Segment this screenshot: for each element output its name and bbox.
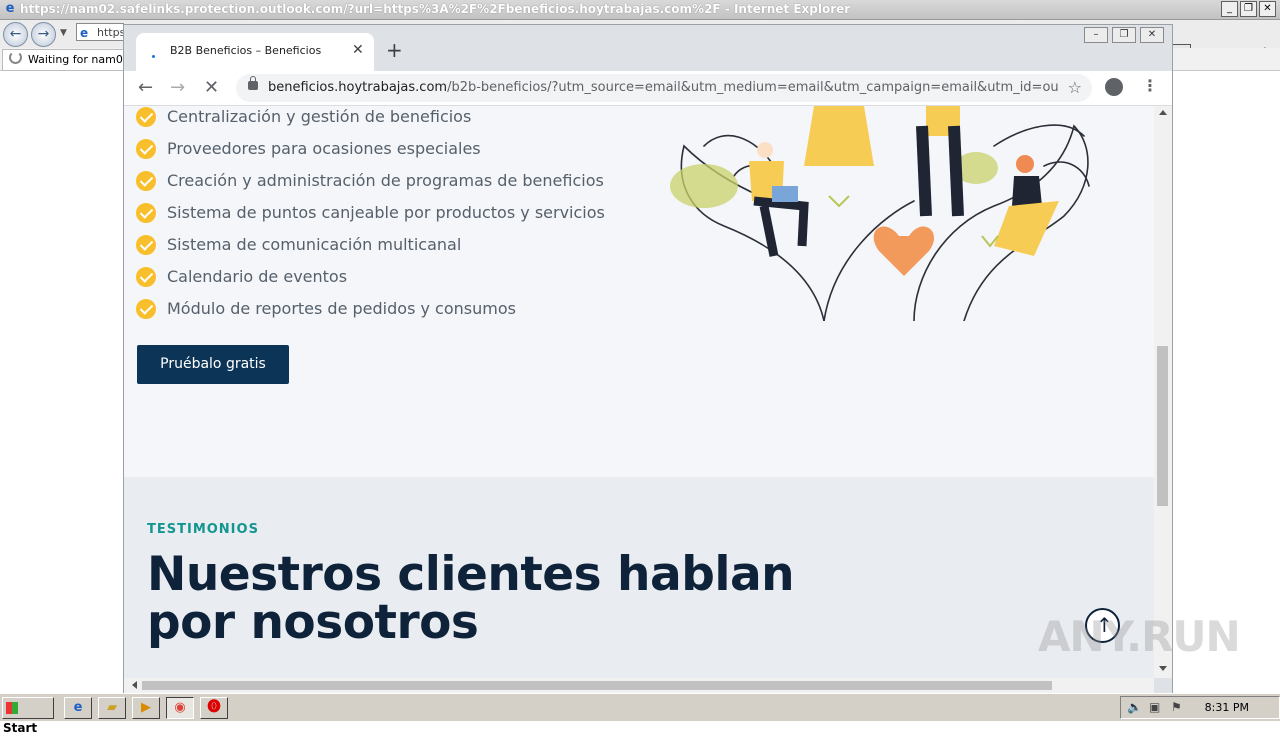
taskbar: Start e ▰ ▶ ◉ ⓿ 🔈 ▣ ⚑ 8:31 PM xyxy=(0,693,1280,735)
taskbar-chrome-icon[interactable]: ◉ xyxy=(166,697,194,719)
back-arrow-icon[interactable]: ← xyxy=(138,77,153,98)
testimonials-section: TESTIMONIOS Nuestros clientes hablan por… xyxy=(124,477,1154,678)
check-circle-icon xyxy=(136,139,156,159)
horizontal-scrollbar[interactable] xyxy=(124,678,1154,693)
tab-loading-icon xyxy=(152,55,155,58)
lock-icon xyxy=(248,76,258,90)
kebab-menu-icon[interactable]: ⋮ xyxy=(1142,76,1158,95)
ie-minimize-button[interactable]: _ xyxy=(1221,1,1238,17)
url-path: /b2b-beneficios/?utm_source=email&utm_me… xyxy=(447,80,1058,95)
start-label: Start xyxy=(3,721,38,735)
check-circle-icon xyxy=(136,299,156,319)
chrome-toolbar: ← → ✕ beneficios.hoytrabajas.com/b2b-ben… xyxy=(124,71,1172,106)
ie-back-icon[interactable]: ← xyxy=(3,22,28,47)
chrome-minimize-button[interactable]: – xyxy=(1084,27,1108,43)
tab-close-icon[interactable]: ✕ xyxy=(352,42,364,58)
check-circle-icon xyxy=(136,171,156,191)
scroll-up-icon[interactable] xyxy=(1159,110,1167,115)
vertical-scroll-thumb[interactable] xyxy=(1157,346,1168,506)
page-viewport: Centralización y gestión de beneficios P… xyxy=(124,106,1154,678)
chrome-close-button[interactable]: ✕ xyxy=(1140,27,1164,43)
url-text: beneficios.hoytrabajas.com/b2b-beneficio… xyxy=(268,80,1058,95)
feature-label: Creación y administración de programas d… xyxy=(167,171,604,190)
ie-tab-label: Waiting for nam02.s xyxy=(28,53,125,66)
horizontal-scroll-thumb[interactable] xyxy=(142,681,1052,690)
forward-arrow-icon[interactable]: → xyxy=(170,77,185,98)
check-circle-icon xyxy=(136,203,156,223)
feature-label: Proveedores para ocasiones especiales xyxy=(167,139,481,158)
scroll-down-icon[interactable] xyxy=(1159,666,1167,671)
start-button[interactable]: Start xyxy=(2,697,54,735)
new-tab-icon[interactable]: + xyxy=(386,38,403,62)
profile-avatar-icon[interactable] xyxy=(1105,78,1123,96)
ie-history-dropdown-icon[interactable]: ▼ xyxy=(60,28,67,38)
feature-label: Sistema de puntos canjeable por producto… xyxy=(167,203,605,222)
bookmark-star-icon[interactable]: ☆ xyxy=(1068,78,1082,97)
stop-loading-icon[interactable]: ✕ xyxy=(204,77,219,98)
chrome-restore-button[interactable]: ❐ xyxy=(1112,27,1136,43)
check-circle-icon xyxy=(136,235,156,255)
vertical-scrollbar[interactable] xyxy=(1154,106,1172,678)
system-tray: 🔈 ▣ ⚑ 8:31 PM xyxy=(1120,696,1280,719)
windows-flag-icon xyxy=(6,702,18,714)
ie-logo-icon: e xyxy=(5,1,15,16)
ie-restore-button[interactable]: ❐ xyxy=(1240,1,1257,17)
volume-icon[interactable]: 🔈 xyxy=(1127,700,1142,714)
omnibox[interactable]: beneficios.hoytrabajas.com/b2b-beneficio… xyxy=(236,74,1092,102)
feature-label: Módulo de reportes de pedidos y consumos xyxy=(167,299,516,318)
section-headline: Nuestros clientes hablan por nosotros xyxy=(147,551,867,647)
check-circle-icon xyxy=(136,107,156,127)
section-kicker: TESTIMONIOS xyxy=(147,522,259,537)
chrome-tab-title: B2B Beneficios – Beneficios xyxy=(170,44,322,57)
clock: 8:31 PM xyxy=(1204,701,1249,714)
headline-line-1: Nuestros clientes hablan xyxy=(147,547,795,602)
loading-spinner-icon xyxy=(9,51,22,64)
ie-window-title: https://nam02.safelinks.protection.outlo… xyxy=(20,2,851,16)
headline-line-2: por nosotros xyxy=(147,595,479,650)
feature-label: Centralización y gestión de beneficios xyxy=(167,107,472,126)
flag-icon[interactable]: ⚑ xyxy=(1171,700,1182,714)
taskbar-ie-icon[interactable]: e xyxy=(64,697,92,719)
ie-close-button[interactable]: ✕ xyxy=(1259,1,1276,17)
network-icon[interactable]: ▣ xyxy=(1149,700,1160,714)
ie-forward-icon[interactable]: → xyxy=(31,22,56,47)
chrome-window: B2B Beneficios – Beneficios ✕ + – ❐ ✕ ← … xyxy=(124,25,1172,693)
scroll-left-icon[interactable] xyxy=(132,681,137,689)
people-hands-illustration xyxy=(670,106,1090,321)
ie-tab[interactable]: Waiting for nam02.s xyxy=(2,49,126,71)
anyrun-watermark: ANY.RUN xyxy=(1038,612,1241,661)
try-free-button[interactable]: Pruébalo gratis xyxy=(137,345,289,384)
url-host: beneficios.hoytrabajas.com xyxy=(268,80,448,95)
feature-label: Sistema de comunicación multicanal xyxy=(167,235,462,254)
check-circle-icon xyxy=(136,267,156,287)
chrome-tabstrip: B2B Beneficios – Beneficios ✕ + – ❐ ✕ xyxy=(124,25,1172,71)
taskbar-media-player-icon[interactable]: ▶ xyxy=(132,697,160,719)
taskbar-explorer-icon[interactable]: ▰ xyxy=(98,697,126,719)
chrome-tab-active[interactable]: B2B Beneficios – Beneficios ✕ xyxy=(136,33,374,71)
feature-label: Calendario de eventos xyxy=(167,267,348,286)
ie-titlebar: e https://nam02.safelinks.protection.out… xyxy=(0,0,1280,20)
ie-page-icon: e xyxy=(80,26,89,40)
taskbar-stop-icon[interactable]: ⓿ xyxy=(200,697,228,719)
